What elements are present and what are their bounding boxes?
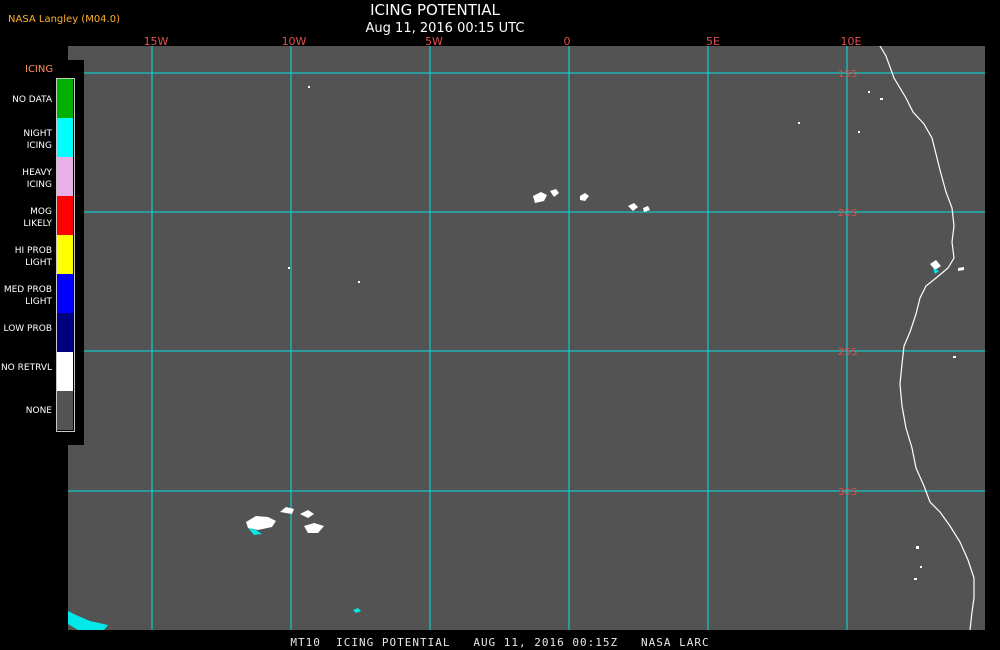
legend-label-no-data: NO DATA [12,95,52,105]
cloud-patch [280,507,294,514]
cloud-speck [308,86,310,88]
cloud-speck [798,122,800,124]
cloud-patch [304,523,324,533]
cloud-speck [920,566,922,568]
cloud-speck [288,267,290,269]
legend-title: ICING [25,64,54,75]
graticule [68,46,985,630]
cloud-speck [916,546,919,549]
icing-patch [353,608,361,613]
lat-label-15s: 15S [838,69,857,80]
cloud-speck [880,98,883,100]
night-icing-patches [68,268,939,630]
legend-label-no-retrvl: NO RETRVL [0,363,52,373]
cloud-speck [358,281,360,283]
legend-label-heavy-icing: HEAVY ICING [22,168,52,190]
legend-label-mog-likely: MOG LIKELY [23,207,52,229]
cloud-patch [533,192,547,203]
cloud-patch [958,267,964,271]
legend-label-med-prob-light: MED PROB LIGHT [3,285,52,307]
map-timestamp: Aug 11, 2016 00:15 UTC [365,21,525,36]
cloud-patch [580,193,589,201]
footer-caption: MT10 ICING POTENTIAL AUG 11, 2016 00:15Z… [290,636,710,649]
cloud-patch [930,260,941,270]
coastline [879,46,975,630]
satellite-map[interactable]: 15S 20S 25S 30S [68,46,985,630]
cloud-patch [300,510,314,518]
legend-label-low-prob: LOW PROB [3,324,52,334]
cloud-speck [858,131,860,133]
icing-patch [68,611,108,630]
cloud-patch [643,206,650,212]
lat-label-25s: 25S [838,347,857,358]
legend-frame [56,78,75,432]
legend-label-hi-prob-light: HI PROB LIGHT [14,246,52,268]
cloud-speck [868,91,870,93]
cloud-speck [914,578,917,580]
map-title: ICING POTENTIAL [370,1,500,19]
cloud-patch [628,203,638,211]
legend-label-none: NONE [25,406,52,416]
no-retrieval-patches [246,86,964,580]
lat-label-20s: 20S [838,208,857,219]
lat-label-30s: 30S [838,487,857,498]
map-canvas: 15S 20S 25S 30S [68,46,985,630]
cloud-speck [953,356,956,358]
cloud-patch [246,516,276,530]
cloud-patch [550,189,559,197]
legend-label-night-icing: NIGHT ICING [23,129,52,151]
